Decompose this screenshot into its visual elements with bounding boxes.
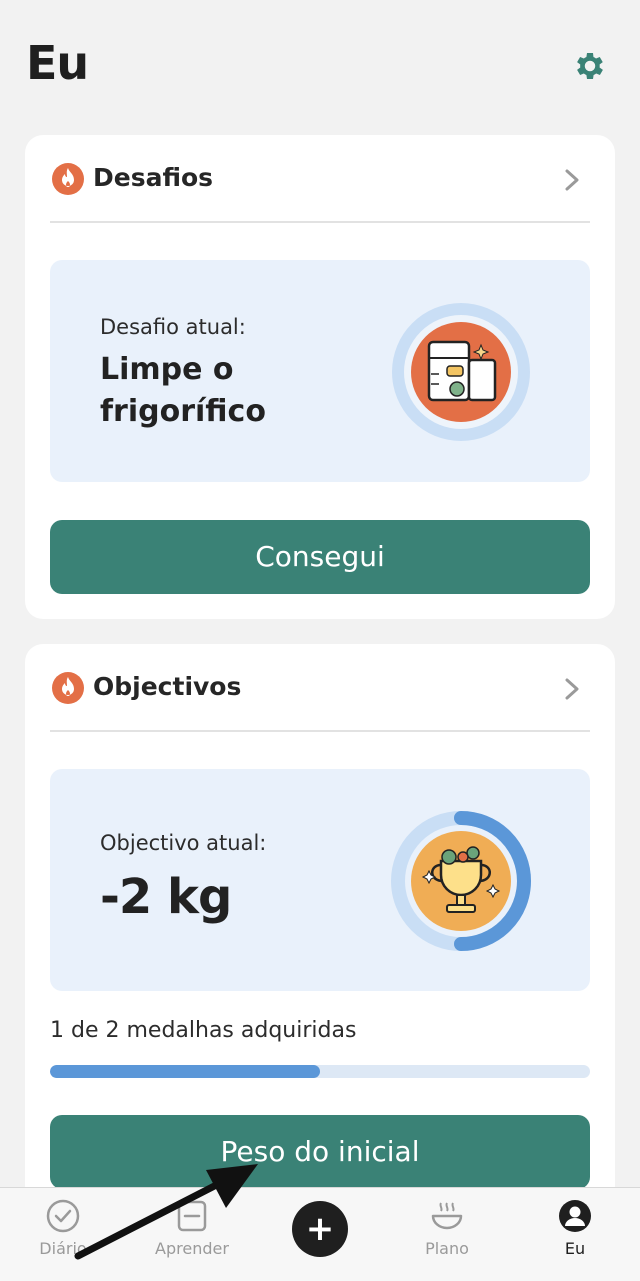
current-goal-panel: Objectivo atual: -2 kg <box>50 769 590 991</box>
fridge-icon <box>392 303 530 441</box>
page-title: Eu <box>26 36 89 90</box>
divider <box>50 730 590 732</box>
flame-icon <box>52 672 84 704</box>
done-button[interactable]: Consegui <box>50 520 590 594</box>
header: Eu <box>0 0 640 120</box>
nav-item-plan[interactable]: Plano <box>392 1198 502 1258</box>
challenges-header[interactable]: Desafios <box>25 135 615 223</box>
goals-header[interactable]: Objectivos <box>25 644 615 732</box>
plus-icon: + <box>305 1209 335 1249</box>
nav-label: Plano <box>425 1239 469 1258</box>
flame-icon <box>52 163 84 195</box>
medals-progress-bar <box>50 1065 590 1078</box>
chevron-right-icon[interactable] <box>561 674 583 704</box>
challenges-title: Desafios <box>93 163 214 192</box>
challenges-card: Desafios Desafio atual: Limpe o frigoríf… <box>25 135 615 619</box>
current-goal-value: -2 kg <box>100 869 232 925</box>
gear-icon[interactable] <box>572 48 608 84</box>
goals-card: Objectivos Objectivo atual: -2 kg 1 de 2… <box>25 644 615 1204</box>
current-goal-label: Objectivo atual: <box>100 831 267 855</box>
nav-label: Eu <box>564 1239 586 1258</box>
current-challenge-panel: Desafio atual: Limpe o frigorífico <box>50 260 590 482</box>
current-challenge-label: Desafio atual: <box>100 315 246 339</box>
medals-count-text: 1 de 2 medalhas adquiridas <box>50 1018 357 1043</box>
goals-title: Objectivos <box>93 672 242 701</box>
annotation-arrow-icon <box>74 1164 258 1260</box>
medals-progress-fill <box>50 1065 320 1078</box>
trophy-icon <box>391 811 531 951</box>
current-challenge-value: Limpe o frigorífico <box>100 352 266 429</box>
nav-item-profile[interactable]: Eu <box>520 1198 630 1258</box>
bowl-icon <box>431 1202 463 1230</box>
add-button[interactable]: + <box>292 1201 348 1257</box>
chevron-right-icon[interactable] <box>561 165 583 195</box>
divider <box>50 221 590 223</box>
profile-icon <box>559 1200 591 1232</box>
